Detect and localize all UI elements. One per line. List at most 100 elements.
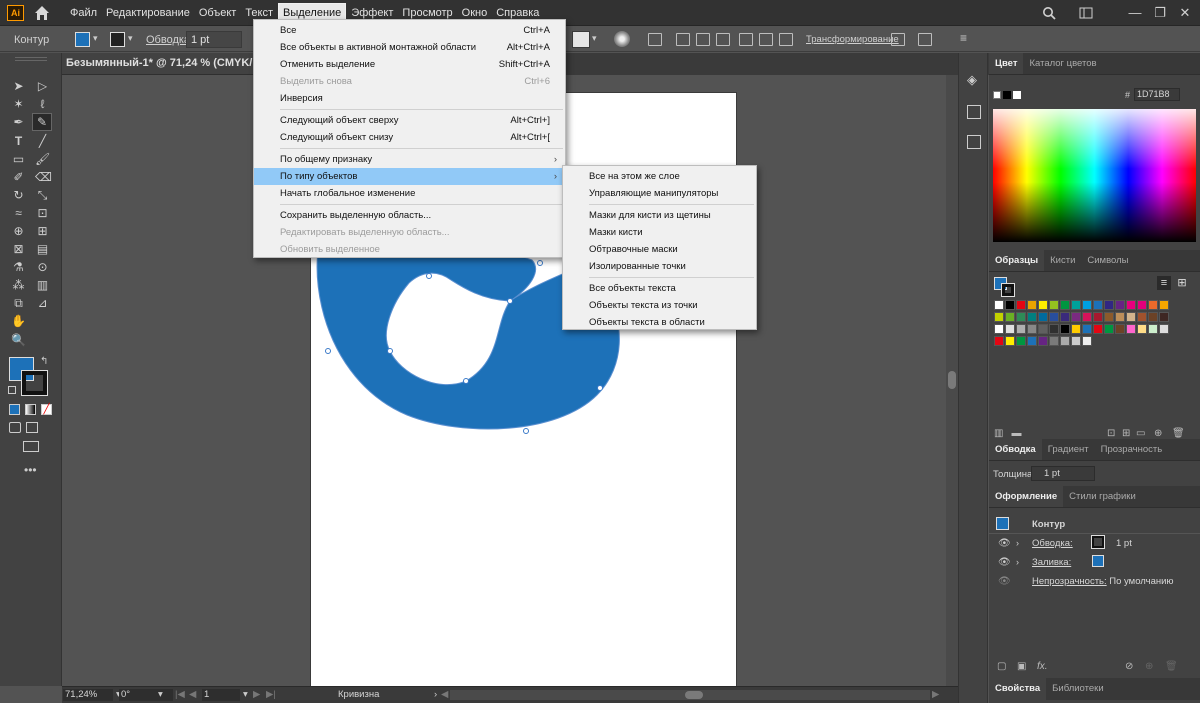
submenu-item-point-text[interactable]: Объекты текста из точки xyxy=(563,297,756,314)
appearance-stroke-swatch[interactable] xyxy=(1091,535,1105,549)
last-artboard-icon[interactable]: ▶| xyxy=(266,689,276,701)
submenu-item-clipping-masks[interactable]: Обтравочные маски xyxy=(563,241,756,258)
align-to-icon[interactable] xyxy=(648,33,662,46)
color-swatch[interactable] xyxy=(1093,324,1103,334)
color-swatch[interactable] xyxy=(1137,300,1147,310)
new-swatch-icon[interactable]: ⊕ xyxy=(1154,428,1162,439)
color-swatch[interactable] xyxy=(1137,312,1147,322)
symbol-sprayer-tool-icon[interactable]: ⁂ xyxy=(11,278,26,292)
color-swatch[interactable] xyxy=(1104,312,1114,322)
swatch-library-icon[interactable]: ▥ xyxy=(994,428,1003,439)
search-icon[interactable] xyxy=(1039,3,1059,23)
color-swatch[interactable] xyxy=(1148,312,1158,322)
show-kinds-icon[interactable]: ▬ xyxy=(1011,428,1021,439)
color-swatch[interactable] xyxy=(994,324,1004,334)
hscroll-right-icon[interactable]: ▶ xyxy=(932,689,939,701)
white-color-chip[interactable] xyxy=(1013,91,1021,99)
swatch-options-icon[interactable]: ⊡ xyxy=(1107,428,1115,439)
color-swatch[interactable] xyxy=(1148,300,1158,310)
appearance-fill-swatch[interactable] xyxy=(1092,555,1104,567)
color-swatch[interactable] xyxy=(1093,312,1103,322)
tab-color-guide[interactable]: Каталог цветов xyxy=(1023,53,1102,74)
appearance-opacity-label[interactable]: Непрозрачность: xyxy=(1032,576,1107,587)
color-swatch[interactable] xyxy=(1060,324,1070,334)
magic-wand-tool-icon[interactable]: ✶ xyxy=(11,97,26,111)
chevron-down-icon[interactable]: ▾ xyxy=(128,33,133,44)
color-swatch[interactable] xyxy=(1060,336,1070,346)
shape-builder-tool-icon[interactable]: ⊕ xyxy=(11,224,26,238)
appearance-stroke-label[interactable]: Обводка: xyxy=(1032,538,1073,549)
grid-view-icon[interactable]: ⊞ xyxy=(1175,276,1189,290)
color-swatch[interactable] xyxy=(1082,324,1092,334)
blend-tool-icon[interactable]: ⊙ xyxy=(35,260,50,274)
tab-swatches[interactable]: Образцы xyxy=(989,250,1045,271)
add-stroke-icon[interactable]: ▢ xyxy=(997,661,1006,672)
workspace-icon[interactable] xyxy=(1076,3,1096,23)
opacity-swatch[interactable] xyxy=(572,31,590,48)
menu-lines-icon[interactable]: ≡ xyxy=(960,31,967,45)
color-swatch[interactable] xyxy=(1027,336,1037,346)
color-swatch[interactable] xyxy=(1093,300,1103,310)
color-swatch[interactable] xyxy=(1126,312,1136,322)
rotation-field[interactable]: 0° xyxy=(119,689,173,701)
fx-icon[interactable]: fx. xyxy=(1037,661,1048,672)
tab-libraries[interactable]: Библиотеки xyxy=(1046,678,1109,700)
add-fill-icon[interactable]: ▣ xyxy=(1017,661,1026,672)
rotate-tool-icon[interactable]: ↻ xyxy=(11,188,26,202)
slice-tool-icon[interactable]: ⊿ xyxy=(35,296,50,310)
delete-icon[interactable]: 🗑 xyxy=(1172,428,1185,439)
menu-item-next-object-below[interactable]: Следующий объект снизу Alt+Ctrl+[ xyxy=(254,129,565,146)
color-swatch[interactable] xyxy=(1159,312,1169,322)
artboard-field[interactable]: 1 xyxy=(202,689,240,701)
next-artboard-icon[interactable]: ▶ xyxy=(253,689,260,701)
align-center-icon[interactable] xyxy=(696,33,710,46)
close-icon[interactable]: ✕ xyxy=(1175,3,1195,23)
color-swatch[interactable] xyxy=(1049,324,1059,334)
artboards-icon[interactable] xyxy=(967,105,981,119)
color-swatch[interactable] xyxy=(1005,312,1015,322)
submenu-item-brush-strokes[interactable]: Мазки кисти xyxy=(563,224,756,241)
minimize-icon[interactable]: — xyxy=(1125,3,1145,23)
submenu-item-all-text[interactable]: Все объекты текста xyxy=(563,280,756,297)
menu-item-same[interactable]: По общему признаку › xyxy=(254,151,565,168)
color-swatch[interactable] xyxy=(1159,324,1169,334)
transform-link[interactable]: Трансформирование xyxy=(806,34,899,45)
align-left-icon[interactable] xyxy=(676,33,690,46)
color-swatch[interactable] xyxy=(994,336,1004,346)
lasso-tool-icon[interactable]: ℓ xyxy=(35,97,50,111)
eye-icon[interactable]: 👁 xyxy=(998,538,1011,549)
status-menu-icon[interactable]: › xyxy=(434,689,437,701)
color-spectrum[interactable] xyxy=(993,109,1196,242)
vertical-scrollbar[interactable] xyxy=(946,75,958,686)
chevron-down-icon[interactable]: ▾ xyxy=(158,689,163,701)
menu-item-object[interactable]: По типу объектов › xyxy=(254,168,565,185)
hscroll-left-icon[interactable]: ◀ xyxy=(441,689,448,701)
warp-tool-icon[interactable]: ≈ xyxy=(11,206,26,220)
color-swatch[interactable] xyxy=(1049,336,1059,346)
chevron-right-icon[interactable]: › xyxy=(1016,538,1019,548)
grid-icon[interactable] xyxy=(918,33,932,46)
color-swatch[interactable] xyxy=(1082,300,1092,310)
color-swatch[interactable] xyxy=(1137,324,1147,334)
curvature-tool-icon[interactable]: ✎ xyxy=(32,113,52,131)
color-swatch[interactable] xyxy=(1115,300,1125,310)
color-swatch[interactable] xyxy=(1049,300,1059,310)
chevron-down-icon[interactable]: ▾ xyxy=(592,33,597,44)
swatch-stroke-indicator[interactable] xyxy=(1001,283,1015,297)
color-swatch[interactable] xyxy=(1115,324,1125,334)
eye-icon[interactable]: 👁 xyxy=(998,576,1011,587)
chevron-down-icon[interactable]: ▾ xyxy=(243,689,248,701)
column-graph-tool-icon[interactable]: ▥ xyxy=(35,278,50,292)
align-middle-icon[interactable] xyxy=(759,33,773,46)
color-swatch[interactable] xyxy=(1082,336,1092,346)
chevron-down-icon[interactable]: ▾ xyxy=(93,33,98,44)
first-artboard-icon[interactable]: |◀ xyxy=(175,689,185,701)
shaper-tool-icon[interactable]: ✐ xyxy=(11,170,26,184)
pen-tool-icon[interactable]: ✒ xyxy=(11,115,26,129)
zoom-field[interactable]: 71,24% xyxy=(63,689,113,701)
color-swatch[interactable] xyxy=(1126,324,1136,334)
zoom-tool-icon[interactable]: 🔍 xyxy=(11,333,26,347)
delete-icon[interactable]: 🗑 xyxy=(1165,661,1178,672)
tab-brushes[interactable]: Кисти xyxy=(1044,250,1081,271)
menu-item-start-global-edit[interactable]: Начать глобальное изменение xyxy=(254,185,565,202)
